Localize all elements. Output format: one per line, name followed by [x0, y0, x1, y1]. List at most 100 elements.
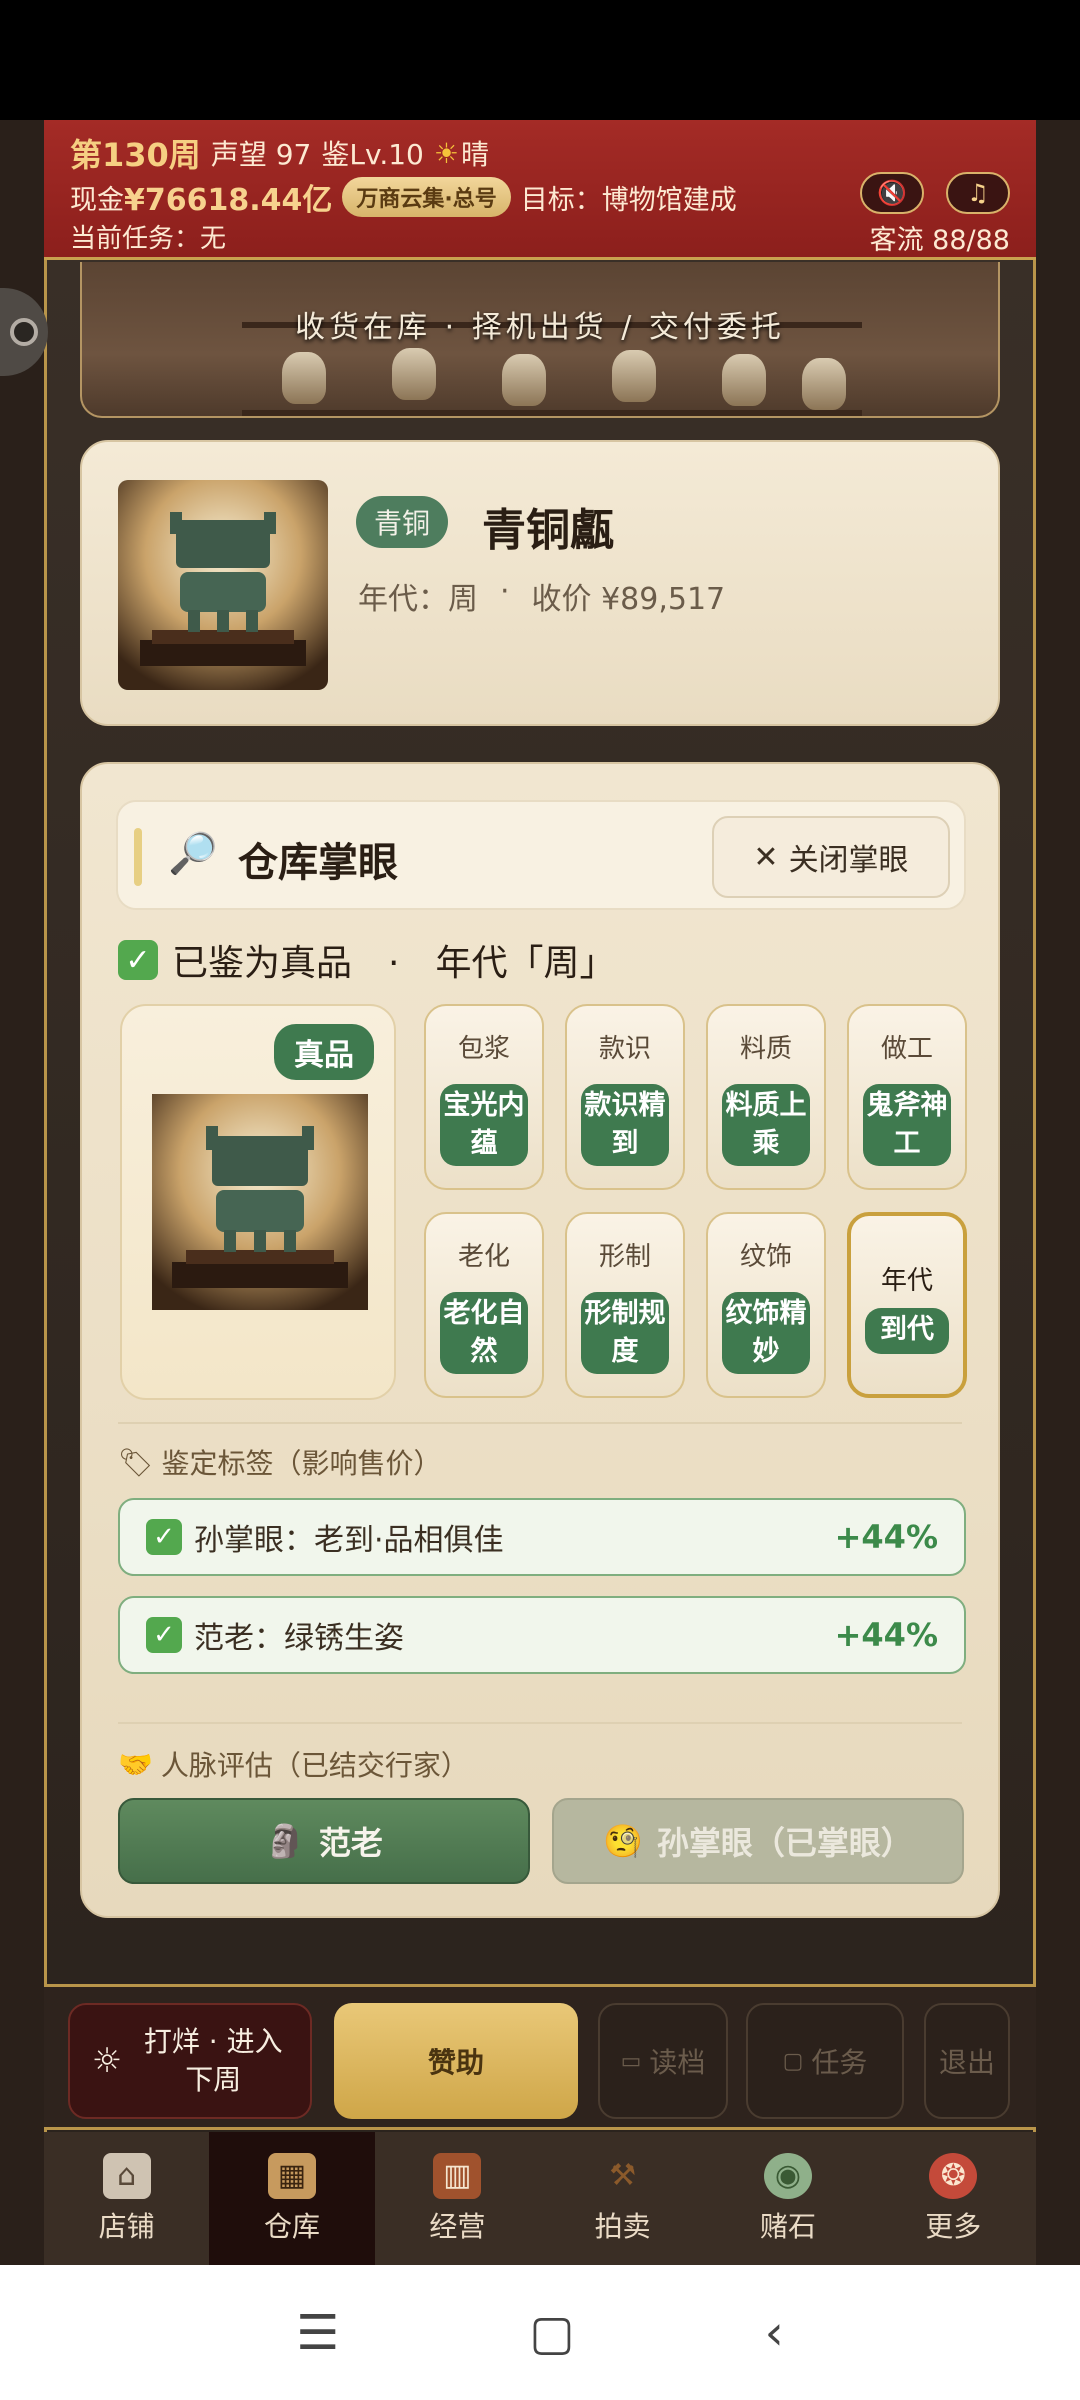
- warehouse-icon: ▦: [267, 2152, 316, 2199]
- item-name: 青铜甗: [482, 505, 614, 556]
- item-card[interactable]: 青铜 青铜甗 年代：周 · 收价 ¥89,517: [80, 440, 1000, 726]
- menu-icon[interactable]: ☰: [296, 2305, 339, 2361]
- bonus-text: 孙掌眼：老到·品相俱佳: [194, 1523, 504, 1558]
- customer-flow: 客流 88/88: [869, 225, 1010, 256]
- divider: [118, 1722, 962, 1724]
- trait-card-patina[interactable]: 包浆 宝光内蕴: [424, 1004, 544, 1190]
- more-icon: ❂: [929, 2152, 978, 2199]
- speaker-muted-icon: 🔇: [877, 179, 907, 207]
- trait-value: 料质上乘: [722, 1084, 810, 1166]
- sun-icon: ☼: [91, 2041, 123, 2081]
- jade-stone-icon: ◉: [763, 2152, 812, 2199]
- appraisal-level: 鉴Lv.10: [321, 138, 424, 171]
- trait-card-inscription[interactable]: 款识 款识精到: [565, 1004, 685, 1190]
- mute-button[interactable]: 🔇: [860, 172, 924, 214]
- bonus-value: +44%: [834, 1616, 938, 1654]
- nav-auction[interactable]: ⚒ 拍卖: [540, 2132, 705, 2265]
- trait-title: 款识: [598, 1034, 651, 1064]
- nav-shop[interactable]: ⌂ 店铺: [44, 2132, 209, 2265]
- task-label: 任务: [811, 2046, 868, 2079]
- trait-card-craftsmanship[interactable]: 做工 鬼斧神工: [847, 1004, 967, 1190]
- status-bar: 第130周 声望 97 鉴Lv.10 ☀ 晴 现金 ¥76618.44亿 万商云…: [44, 120, 1036, 260]
- genuine-badge: 真品: [274, 1024, 374, 1080]
- trait-title: 纹饰: [739, 1242, 792, 1272]
- item-meta: 年代：周 · 收价 ¥89,517: [358, 574, 725, 618]
- money-value: ¥76618.44亿: [124, 183, 333, 218]
- floating-ball-icon: [10, 318, 38, 346]
- action-bar: ☼ 打烊 · 进入下周 赞助 ▭ 读档 ▢ 任务 退出: [44, 1984, 1036, 2130]
- contact-label: 范老: [318, 1824, 383, 1862]
- network-section-label: 🤝 人脉评估（已结交行家）: [118, 1744, 469, 1784]
- next-week-label: 打烊 · 进入下周: [143, 2025, 283, 2096]
- trait-card-material[interactable]: 料质 料质上乘: [706, 1004, 826, 1190]
- tags-section-label: 🏷 鉴定标签（影响售价）: [118, 1442, 442, 1482]
- artifact-preview-image: [152, 1094, 368, 1310]
- nav-business[interactable]: ▥ 经营: [375, 2132, 540, 2265]
- magnifier-icon: 🔎: [168, 831, 218, 877]
- nav-jade-gamble[interactable]: ◉ 赌石: [705, 2132, 870, 2265]
- appraisal-title: 仓库掌眼: [238, 840, 398, 886]
- tags-label-text: 鉴定标签（影响售价）: [161, 1447, 442, 1480]
- nav-warehouse[interactable]: ▦ 仓库: [209, 2132, 375, 2265]
- contact-fan-lao-button[interactable]: 🗿 范老: [118, 1798, 530, 1884]
- contact-label: 孙掌眼（已掌眼）: [656, 1824, 913, 1862]
- bonus-value: +44%: [834, 1518, 938, 1556]
- exit-button[interactable]: 退出: [924, 2003, 1010, 2119]
- check-mark-icon: ✓: [118, 940, 158, 980]
- music-button[interactable]: ♫: [946, 172, 1010, 214]
- trait-card-form[interactable]: 形制 形制规度: [565, 1212, 685, 1398]
- guild-badge[interactable]: 万商云集·总号: [342, 177, 511, 217]
- close-appraisal-label: 关闭掌眼: [788, 843, 909, 878]
- task-icon: ▢: [782, 2048, 804, 2074]
- next-week-button[interactable]: ☼ 打烊 · 进入下周: [68, 2003, 312, 2119]
- trait-card-era[interactable]: 年代 到代: [847, 1212, 967, 1398]
- category-tag: 青铜: [356, 496, 449, 548]
- verdict-text: 已鉴为真品 · 年代「周」: [172, 943, 616, 984]
- trait-value: 到代: [865, 1308, 949, 1354]
- trait-value: 宝光内蕴: [440, 1084, 528, 1166]
- close-icon: ✕: [753, 839, 779, 875]
- bonus-tag-row: ✓ 孙掌眼：老到·品相俱佳 +44%: [118, 1498, 966, 1576]
- bonus-text: 范老：绿锈生姿: [194, 1621, 404, 1656]
- nav-label: 更多: [925, 2209, 982, 2243]
- warehouse-banner: 收货在库 · 择机出货 / 交付委托: [80, 262, 1000, 418]
- monocle-face-icon: 🧐: [603, 1822, 643, 1860]
- handshake-icon: 🤝: [118, 1747, 153, 1781]
- trait-title: 料质: [739, 1034, 792, 1064]
- item-era: 年代：周: [358, 582, 478, 617]
- label-tag-icon: 🏷: [118, 1445, 154, 1479]
- trait-card-aging[interactable]: 老化 老化自然: [424, 1212, 544, 1398]
- right-margin: [1036, 120, 1080, 2265]
- check-mark-icon: ✓: [146, 1617, 182, 1653]
- android-navigation-bar: ☰ ▢ ‹: [0, 2265, 1080, 2400]
- bonus-tag-row: ✓ 范老：绿锈生姿 +44%: [118, 1596, 966, 1674]
- week-counter: 第130周: [70, 136, 201, 174]
- trait-card-decoration[interactable]: 纹饰 纹饰精妙: [706, 1212, 826, 1398]
- trait-value: 鬼斧神工: [863, 1084, 951, 1166]
- ledger-icon: ▥: [433, 2152, 482, 2199]
- contact-sun-button[interactable]: 🧐 孙掌眼（已掌眼）: [552, 1798, 964, 1884]
- divider: [118, 1422, 962, 1424]
- task-button[interactable]: ▢ 任务: [746, 2003, 904, 2119]
- item-price: 收价 ¥89,517: [531, 582, 726, 617]
- shop-icon: ⌂: [102, 2152, 151, 2199]
- sponsor-button[interactable]: 赞助: [334, 2003, 578, 2119]
- appraisal-panel: 🔎 仓库掌眼 ✕ 关闭掌眼 ✓ 已鉴为真品 · 年代「周」 真品 包浆 宝光内蕴…: [80, 762, 1000, 1918]
- status-row-money: 现金 ¥76618.44亿 万商云集·总号 目标：博物馆建成: [70, 175, 737, 219]
- left-margin: [0, 120, 44, 2265]
- weather: 晴: [460, 138, 489, 171]
- nav-more[interactable]: ❂ 更多: [871, 2132, 1036, 2265]
- back-icon[interactable]: ‹: [765, 2305, 784, 2361]
- nav-label: 店铺: [98, 2209, 155, 2243]
- trait-value: 老化自然: [440, 1292, 528, 1374]
- load-save-button[interactable]: ▭ 读档: [598, 2003, 728, 2119]
- trait-value: 纹饰精妙: [722, 1292, 810, 1374]
- reputation: 声望 97: [210, 138, 312, 171]
- check-mark-icon: ✓: [146, 1519, 182, 1555]
- close-appraisal-button[interactable]: ✕ 关闭掌眼: [712, 816, 950, 898]
- music-note-icon: ♫: [967, 179, 989, 207]
- bottom-nav: ⌂ 店铺 ▦ 仓库 ▥ 经营 ⚒ 拍卖 ◉ 赌石 ❂ 更多: [44, 2132, 1036, 2265]
- artifact-preview-card[interactable]: 真品: [120, 1004, 396, 1400]
- verdict-line: ✓ 已鉴为真品 · 年代「周」: [118, 934, 615, 986]
- home-icon[interactable]: ▢: [529, 2305, 574, 2361]
